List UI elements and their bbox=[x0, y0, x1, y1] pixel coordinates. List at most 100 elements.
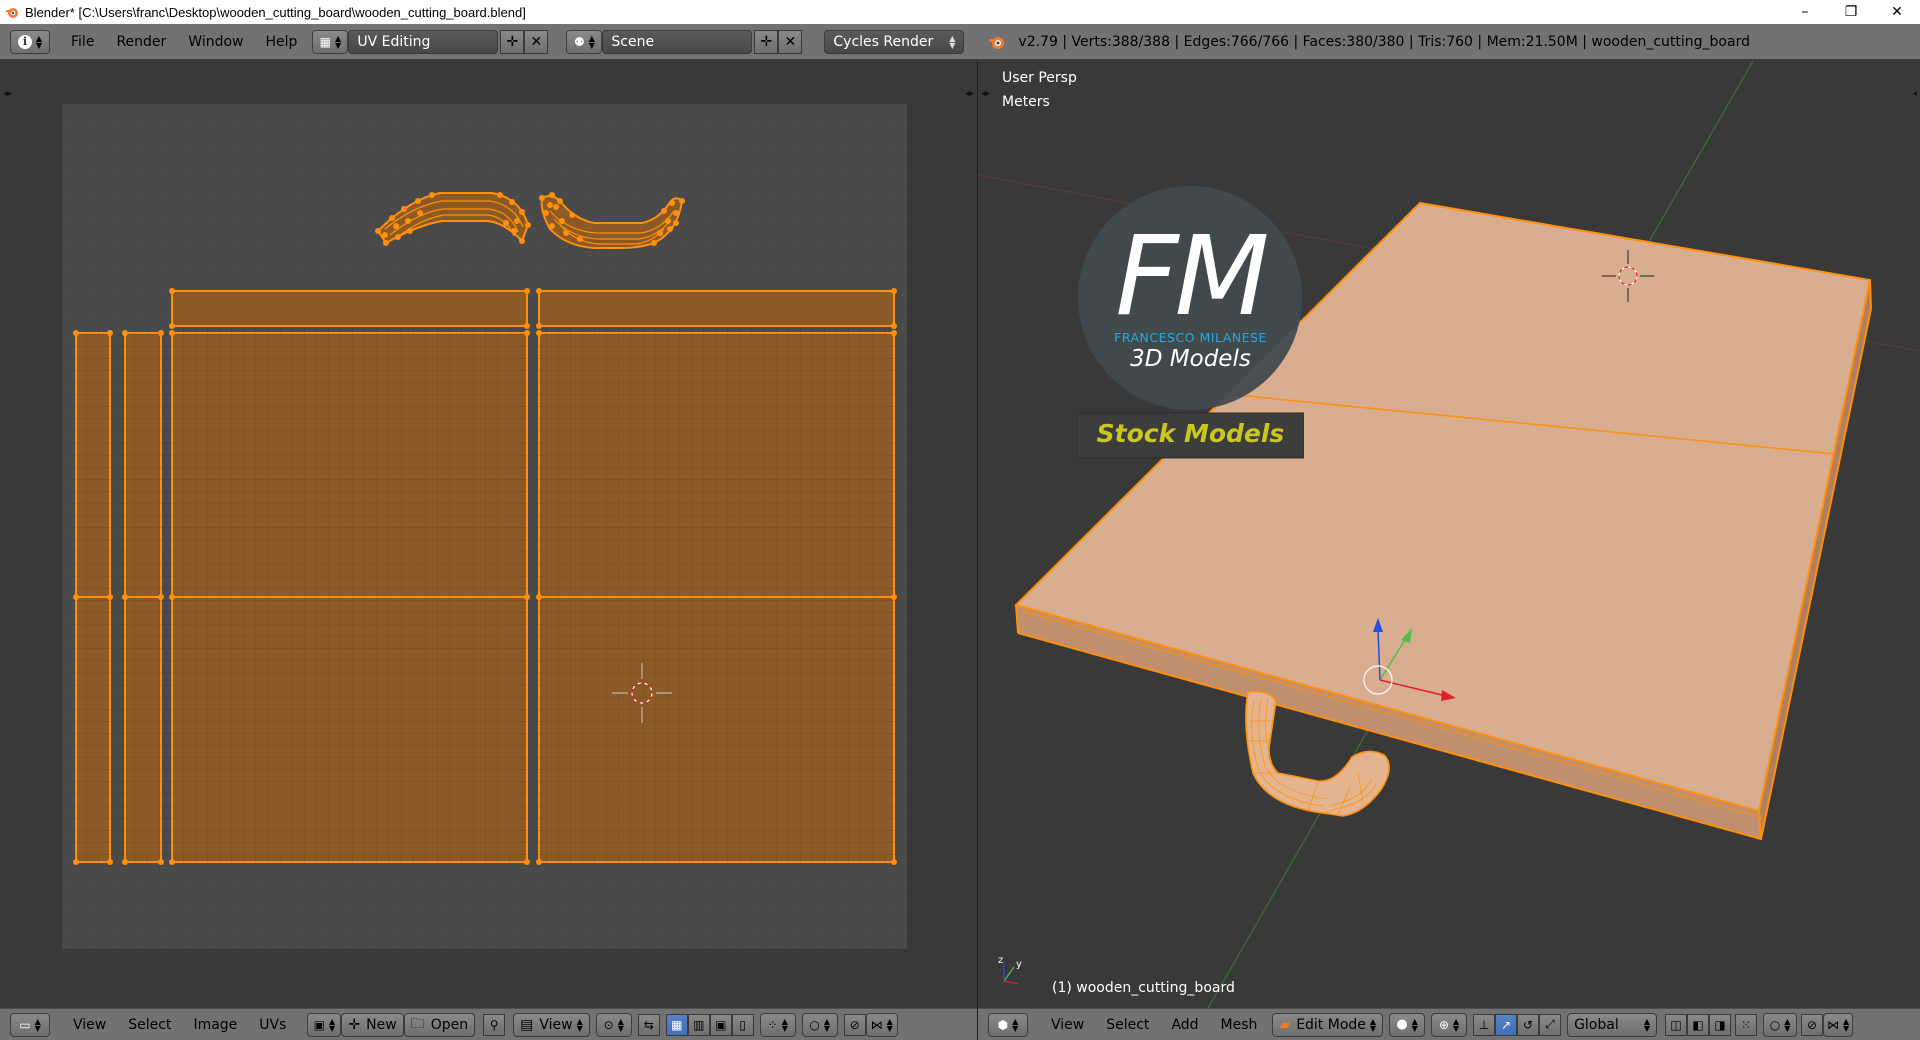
image-browse-button[interactable]: ▣ ▲ ▼ bbox=[307, 1012, 342, 1037]
limit-selection-icon[interactable]: ⁙ bbox=[1735, 1013, 1758, 1036]
pin-icon[interactable]: ⚲ bbox=[483, 1013, 506, 1036]
uv-view-mode-dropdown[interactable]: ▤ View ▲ ▼ bbox=[513, 1012, 590, 1037]
uv-island-top-strip-2[interactable] bbox=[538, 290, 895, 327]
open-label: Open bbox=[430, 1016, 469, 1033]
proportional-edit-dropdown[interactable]: ○ ▲ ▼ bbox=[801, 1012, 838, 1037]
cube-icon: ⬢ bbox=[997, 1017, 1009, 1032]
updown-arrows-icon: ▲ ▼ bbox=[1012, 1016, 1019, 1033]
menu-window[interactable]: Window bbox=[177, 34, 254, 50]
proportional-icon: ○ bbox=[1769, 1017, 1781, 1032]
updown-arrows-icon: ▲ ▼ bbox=[823, 1016, 831, 1033]
view-mode-icon: ▤ bbox=[520, 1016, 534, 1033]
close-button[interactable]: ✕ bbox=[1874, 0, 1920, 24]
blender-logo-icon bbox=[988, 34, 1006, 50]
island-select-icon[interactable]: ▯ bbox=[731, 1013, 754, 1036]
face-select-mode-icon[interactable]: ◨ bbox=[1709, 1013, 1732, 1036]
vertex-select-mode-icon[interactable]: ◫ bbox=[1665, 1013, 1688, 1036]
plus-icon: ✛ bbox=[348, 1016, 361, 1033]
editor-type-image-button[interactable]: ▭ ▲ ▼ bbox=[10, 1012, 50, 1037]
edit-mode-icon: ▰ bbox=[1279, 1016, 1291, 1033]
uv-menu-select[interactable]: Select bbox=[117, 1017, 182, 1033]
edge-select-icon[interactable]: ▥ bbox=[687, 1013, 710, 1036]
snap-icon[interactable]: ⊘ bbox=[843, 1013, 866, 1036]
render-engine-label: Cycles Render bbox=[833, 33, 934, 50]
svg-text:y: y bbox=[1016, 959, 1022, 970]
uv-canvas[interactable] bbox=[0, 61, 977, 1008]
uv-menu-view[interactable]: View bbox=[62, 1017, 117, 1033]
mode-dropdown[interactable]: ▰ Edit Mode ▲ ▼ bbox=[1272, 1012, 1384, 1037]
maximize-button[interactable]: ❐ bbox=[1828, 0, 1874, 24]
uv-islands[interactable] bbox=[73, 192, 897, 865]
open-image-button[interactable]: 🗀 Open bbox=[403, 1012, 476, 1037]
delete-scene-button[interactable]: ✕ bbox=[778, 29, 803, 54]
render-engine-dropdown[interactable]: Cycles Render ▲ ▼ bbox=[824, 29, 965, 54]
scale-manipulator-icon[interactable]: ⤢ bbox=[1539, 1013, 1562, 1036]
snap-element-dropdown[interactable]: ⋈ ▲ ▼ bbox=[865, 1012, 898, 1037]
window-title: Blender* [C:\Users\franc\Desktop\wooden_… bbox=[25, 4, 526, 20]
edge-select-mode-icon[interactable]: ◧ bbox=[1687, 1013, 1710, 1036]
editor-type-3dview-button[interactable]: ⬢ ▲ ▼ bbox=[988, 1012, 1028, 1037]
screen-layout-field[interactable]: UV Editing bbox=[348, 29, 499, 54]
view-mode-label: View bbox=[539, 1016, 573, 1033]
orientation-label: Global bbox=[1574, 1016, 1619, 1033]
updown-arrows-icon: ▲ ▼ bbox=[1643, 1016, 1651, 1033]
snap-element-icon: ⋈ bbox=[870, 1017, 883, 1032]
updown-arrows-icon: ▲ ▼ bbox=[588, 33, 595, 50]
new-image-button[interactable]: ✛ New bbox=[341, 1012, 404, 1037]
sticky-selection-dropdown[interactable]: ⁘ ▲ ▼ bbox=[759, 1012, 796, 1037]
uv-menu-image[interactable]: Image bbox=[182, 1017, 248, 1033]
close-icon: ✕ bbox=[784, 33, 797, 50]
view-name-label: User Persp bbox=[1002, 70, 1077, 86]
transform-orientation-dropdown[interactable]: Global ▲ ▼ bbox=[1567, 1012, 1658, 1037]
logo-tagline: 3D Models bbox=[1130, 346, 1251, 372]
pivot-icon: ⊕ bbox=[1438, 1017, 1450, 1032]
menu-render[interactable]: Render bbox=[105, 34, 177, 50]
manipulator-toggle-icon[interactable]: ⊥ bbox=[1473, 1013, 1496, 1036]
sync-selection-icon[interactable]: ⇆ bbox=[637, 1013, 660, 1036]
pivot-point-dropdown[interactable]: ⊙ ▲ ▼ bbox=[595, 1012, 632, 1037]
uv-image-editor[interactable]: ◂▸ ◂▸ bbox=[0, 61, 977, 1008]
uv-island-top-strip-1[interactable] bbox=[171, 290, 528, 327]
snap-icon[interactable]: ⊘ bbox=[1801, 1013, 1824, 1036]
updown-arrows-icon: ▲ ▼ bbox=[1369, 1016, 1377, 1033]
menu-file[interactable]: File bbox=[60, 34, 105, 50]
toolshelf-toggle-icon[interactable]: ◂▸ bbox=[981, 89, 990, 99]
close-icon: ✕ bbox=[530, 33, 543, 50]
delete-screen-button[interactable]: ✕ bbox=[524, 29, 549, 54]
add-screen-button[interactable]: ✛ bbox=[500, 29, 525, 54]
view3d-menu-add[interactable]: Add bbox=[1160, 1017, 1209, 1033]
proportional-edit-dropdown[interactable]: ○ ▲ ▼ bbox=[1763, 1012, 1798, 1037]
updown-arrows-icon: ▲ ▼ bbox=[886, 1016, 893, 1033]
scene-picker[interactable]: ⚉ ▲ ▼ bbox=[566, 29, 603, 54]
add-scene-button[interactable]: ✛ bbox=[754, 29, 779, 54]
rotate-manipulator-icon[interactable]: ↺ bbox=[1517, 1013, 1540, 1036]
uv-editor-header: ▭ ▲ ▼ View Select Image UVs ▣ ▲ ▼ ✛ New 🗀 … bbox=[0, 1008, 977, 1040]
editor-type-info-button[interactable]: i ▲ ▼ bbox=[10, 29, 50, 54]
snap-element-dropdown[interactable]: ⋈ ▲ ▼ bbox=[1823, 1012, 1854, 1037]
properties-toggle-icon[interactable]: ◂▸ bbox=[965, 89, 974, 99]
translate-manipulator-icon[interactable]: ↗ bbox=[1495, 1013, 1518, 1036]
updown-arrows-icon: ▲ ▼ bbox=[1842, 1016, 1850, 1033]
minimize-button[interactable]: – bbox=[1782, 0, 1828, 24]
scene-field[interactable]: Scene bbox=[602, 29, 753, 54]
logo-initials-blue-accent bbox=[1107, 224, 1287, 344]
menu-help[interactable]: Help bbox=[254, 34, 308, 50]
properties-toggle-icon[interactable]: ◂ bbox=[1912, 89, 1917, 99]
layout-grid-icon: ▦ bbox=[319, 34, 331, 49]
toolshelf-toggle-icon[interactable]: ◂▸ bbox=[3, 89, 12, 99]
updown-arrows-icon: ▲ ▼ bbox=[34, 1016, 41, 1033]
face-select-icon[interactable]: ▣ bbox=[709, 1013, 732, 1036]
updown-arrows-icon: ▲ ▼ bbox=[781, 1016, 788, 1033]
view-axis-gizmo: z y bbox=[998, 955, 1022, 985]
screen-layout-picker[interactable]: ▦ ▲ ▼ bbox=[312, 29, 349, 54]
uv-menu-uvs[interactable]: UVs bbox=[248, 1017, 297, 1033]
view3d-menu-mesh[interactable]: Mesh bbox=[1210, 1017, 1269, 1033]
updown-arrows-icon: ▲ ▼ bbox=[329, 1016, 336, 1033]
view3d-menu-view[interactable]: View bbox=[1040, 1017, 1095, 1033]
proportional-icon: ○ bbox=[809, 1017, 820, 1032]
view3d-menu-select[interactable]: Select bbox=[1095, 1017, 1160, 1033]
vertex-select-icon[interactable]: ▦ bbox=[665, 1013, 688, 1036]
viewport-shading-dropdown[interactable]: ● ▲ ▼ bbox=[1389, 1012, 1426, 1037]
scene-icon: ⚉ bbox=[573, 34, 585, 49]
pivot-center-dropdown[interactable]: ⊕ ▲ ▼ bbox=[1431, 1012, 1468, 1037]
